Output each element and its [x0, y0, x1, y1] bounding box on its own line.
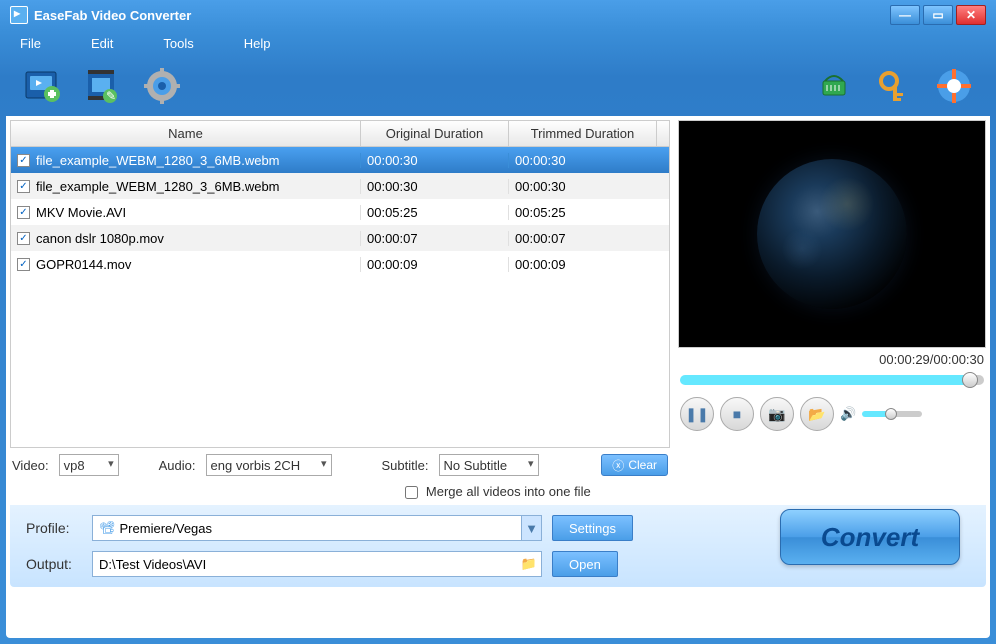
- register-key-button[interactable]: [872, 64, 916, 108]
- output-label: Output:: [26, 556, 82, 572]
- table-row[interactable]: ✓ file_example_WEBM_1280_3_6MB.webm 00:00:…: [11, 147, 669, 173]
- buy-button[interactable]: [812, 64, 856, 108]
- trimmed-duration: 00:00:30: [509, 179, 657, 194]
- edit-video-button[interactable]: ✎: [80, 64, 124, 108]
- row-checkbox[interactable]: ✓: [17, 232, 30, 245]
- preview-thumbnail: [757, 159, 907, 309]
- seek-slider[interactable]: [680, 375, 984, 385]
- original-duration: 00:05:25: [361, 205, 509, 220]
- settings-gear-button[interactable]: [140, 64, 184, 108]
- trimmed-duration: 00:05:25: [509, 205, 657, 220]
- chevron-down-icon[interactable]: ▼: [521, 516, 541, 540]
- menu-edit[interactable]: Edit: [91, 36, 113, 51]
- profile-select[interactable]: 📽 Premiere/Vegas ▼: [92, 515, 542, 541]
- app-icon: [10, 6, 28, 24]
- merge-checkbox[interactable]: [405, 486, 418, 499]
- menu-file[interactable]: File: [20, 36, 41, 51]
- toolbar: ✎: [0, 56, 996, 116]
- menu-tools[interactable]: Tools: [163, 36, 193, 51]
- clear-icon: ⓧ: [612, 457, 624, 474]
- output-path-input[interactable]: D:\Test Videos\AVI 📁: [92, 551, 542, 577]
- convert-button[interactable]: Convert: [780, 509, 960, 565]
- file-name: canon dslr 1080p.mov: [36, 231, 164, 246]
- stop-button[interactable]: ■: [720, 397, 754, 431]
- titlebar: EaseFab Video Converter ― ▭ ✕: [0, 0, 996, 30]
- subtitle-label: Subtitle:: [382, 458, 429, 473]
- col-original-duration[interactable]: Original Duration: [361, 121, 509, 146]
- row-checkbox[interactable]: ✓: [17, 206, 30, 219]
- help-button[interactable]: [932, 64, 976, 108]
- video-label: Video:: [12, 458, 49, 473]
- table-row[interactable]: ✓ MKV Movie.AVI 00:05:2500:05:25: [11, 199, 669, 225]
- clear-button[interactable]: ⓧClear: [601, 454, 668, 476]
- row-checkbox[interactable]: ✓: [17, 154, 30, 167]
- file-name: file_example_WEBM_1280_3_6MB.webm: [36, 153, 280, 168]
- profile-label: Profile:: [26, 520, 82, 536]
- app-title: EaseFab Video Converter: [34, 8, 191, 23]
- menu-help[interactable]: Help: [244, 36, 271, 51]
- audio-label: Audio:: [159, 458, 196, 473]
- menubar: File Edit Tools Help: [0, 30, 996, 56]
- trimmed-duration: 00:00:30: [509, 153, 657, 168]
- pause-button[interactable]: ❚❚: [680, 397, 714, 431]
- subtitle-select[interactable]: No Subtitle: [439, 454, 539, 476]
- preview-pane[interactable]: [678, 120, 986, 348]
- file-table: Name Original Duration Trimmed Duration …: [10, 120, 670, 448]
- original-duration: 00:00:09: [361, 257, 509, 272]
- folder-icon[interactable]: 📁: [521, 556, 537, 572]
- audio-codec-select[interactable]: eng vorbis 2CH: [206, 454, 332, 476]
- original-duration: 00:00:30: [361, 153, 509, 168]
- maximize-button[interactable]: ▭: [923, 5, 953, 25]
- open-button[interactable]: Open: [552, 551, 618, 577]
- trimmed-duration: 00:00:09: [509, 257, 657, 272]
- table-row[interactable]: ✓ canon dslr 1080p.mov 00:00:0700:00:07: [11, 225, 669, 251]
- preview-time: 00:00:29/00:00:30: [678, 348, 986, 371]
- add-file-button[interactable]: [20, 64, 64, 108]
- col-trimmed-duration[interactable]: Trimmed Duration: [509, 121, 657, 146]
- trimmed-duration: 00:00:07: [509, 231, 657, 246]
- col-name[interactable]: Name: [11, 121, 361, 146]
- file-name: file_example_WEBM_1280_3_6MB.webm: [36, 179, 280, 194]
- merge-checkbox-label[interactable]: Merge all videos into one file: [405, 484, 590, 499]
- file-name: GOPR0144.mov: [36, 257, 131, 272]
- table-row[interactable]: ✓ GOPR0144.mov 00:00:0900:00:09: [11, 251, 669, 277]
- table-row[interactable]: ✓ file_example_WEBM_1280_3_6MB.webm 00:00:…: [11, 173, 669, 199]
- original-duration: 00:00:07: [361, 231, 509, 246]
- row-checkbox[interactable]: ✓: [17, 258, 30, 271]
- original-duration: 00:00:30: [361, 179, 509, 194]
- settings-button[interactable]: Settings: [552, 515, 633, 541]
- minimize-button[interactable]: ―: [890, 5, 920, 25]
- volume-icon[interactable]: 🔊: [840, 406, 856, 422]
- video-codec-select[interactable]: vp8: [59, 454, 119, 476]
- snapshot-button[interactable]: 📷: [760, 397, 794, 431]
- volume-slider[interactable]: [862, 411, 922, 417]
- svg-text:✎: ✎: [106, 89, 116, 103]
- close-button[interactable]: ✕: [956, 5, 986, 25]
- profile-icon: 📽: [99, 520, 116, 536]
- file-name: MKV Movie.AVI: [36, 205, 126, 220]
- open-folder-button[interactable]: 📂: [800, 397, 834, 431]
- row-checkbox[interactable]: ✓: [17, 180, 30, 193]
